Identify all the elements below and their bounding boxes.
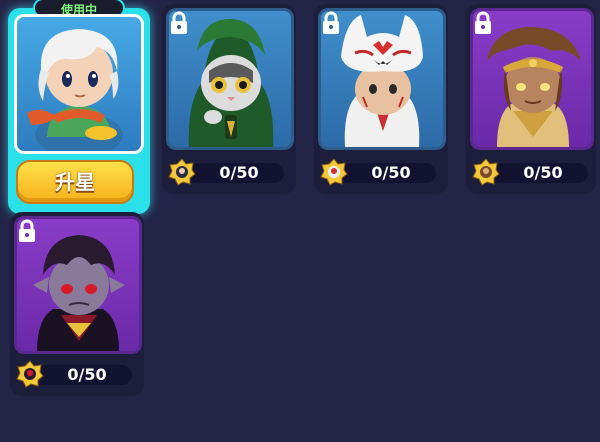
character-portrait [14, 14, 144, 154]
character-fragment-icon [16, 360, 44, 388]
character-portrait [318, 8, 446, 150]
fragment-progress: 0/50 [16, 360, 132, 388]
progress-text: 0/50 [67, 365, 107, 384]
character-fragment-icon [320, 158, 348, 186]
lock-icon [19, 219, 35, 242]
character-portrait [14, 216, 142, 354]
character-fragment-icon [472, 158, 500, 186]
character-portrait [470, 8, 594, 150]
character-card-fox-mask[interactable]: 0/50 [314, 4, 448, 194]
lock-icon [475, 11, 491, 34]
character-card-vampire[interactable]: 0/50 [10, 212, 144, 396]
character-card-cat-hoodie[interactable]: 0/50 [162, 4, 296, 194]
fragment-progress: 0/50 [320, 158, 436, 186]
progress-text: 0/50 [523, 163, 563, 182]
progress-text: 0/50 [371, 163, 411, 182]
lock-icon [323, 11, 339, 34]
fragment-progress: 0/50 [168, 158, 284, 186]
character-card-selected[interactable]: 使用中 升星 [8, 0, 150, 214]
character-portrait [166, 8, 294, 150]
fragment-progress: 0/50 [472, 158, 588, 186]
white-hair-hero-image [27, 29, 123, 151]
progress-text: 0/50 [219, 163, 259, 182]
upgrade-star-button[interactable]: 升星 [16, 160, 134, 204]
lock-icon [171, 11, 187, 34]
character-card-golden-warrior[interactable]: 0/50 [466, 4, 596, 194]
character-fragment-icon [168, 158, 196, 186]
